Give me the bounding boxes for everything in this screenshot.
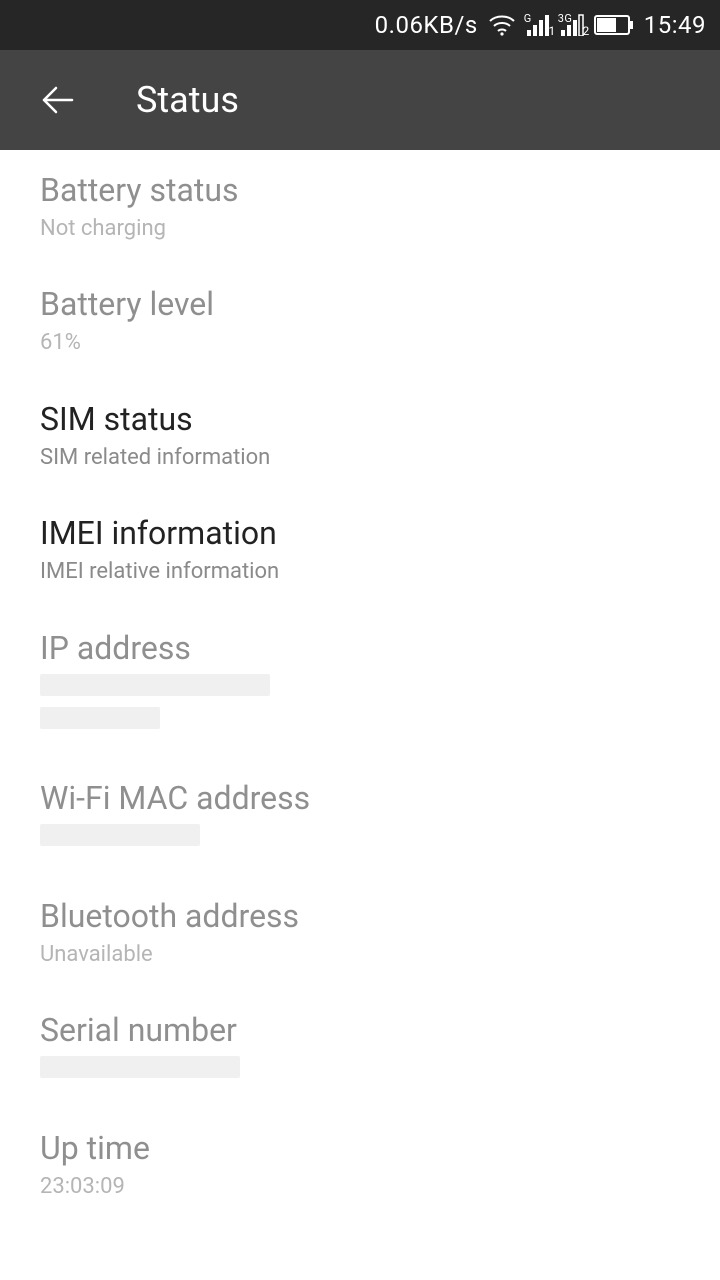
item-up-time: Up time 23:03:09: [0, 1108, 720, 1222]
item-title: SIM status: [40, 399, 680, 439]
item-subtitle: IMEI relative information: [40, 559, 680, 585]
item-value: 23:03:09: [40, 1174, 680, 1200]
item-value: 61%: [40, 330, 680, 356]
item-title: Bluetooth address: [40, 896, 680, 936]
system-status-bar: 0.06KB/s G 1 3G 2 15:49: [0, 0, 720, 50]
item-wifi-mac-address: Wi-Fi MAC address: [0, 758, 720, 875]
signal-sim2-icon: 3G 2: [560, 14, 584, 36]
item-title: Serial number: [40, 1010, 680, 1050]
item-value: Not charging: [40, 216, 680, 242]
item-title: IP address: [40, 628, 680, 668]
app-bar: Status: [0, 50, 720, 150]
item-title: IMEI information: [40, 513, 680, 553]
battery-icon: [594, 15, 634, 35]
status-list: Battery status Not charging Battery leve…: [0, 150, 720, 1222]
item-title: Battery level: [40, 284, 680, 324]
page-title: Status: [136, 79, 239, 121]
wifi-icon: [488, 14, 516, 36]
back-button[interactable]: [40, 82, 76, 118]
item-sim-status[interactable]: SIM status SIM related information: [0, 379, 720, 493]
clock: 15:49: [644, 11, 706, 39]
item-serial-number: Serial number: [0, 990, 720, 1107]
item-battery-level: Battery level 61%: [0, 264, 720, 378]
item-title: Battery status: [40, 170, 680, 210]
item-title: Up time: [40, 1128, 680, 1168]
item-value-redacted: [40, 1056, 680, 1085]
item-value-redacted: [40, 824, 680, 853]
item-ip-address: IP address: [0, 608, 720, 759]
item-subtitle: SIM related information: [40, 445, 680, 471]
item-value: Unavailable: [40, 942, 680, 968]
network-speed: 0.06KB/s: [375, 11, 478, 39]
item-bluetooth-address: Bluetooth address Unavailable: [0, 876, 720, 990]
item-title: Wi-Fi MAC address: [40, 778, 680, 818]
item-imei-information[interactable]: IMEI information IMEI relative informati…: [0, 493, 720, 607]
item-battery-status: Battery status Not charging: [0, 150, 720, 264]
item-value-redacted: [40, 674, 680, 737]
signal-sim1-icon: G 1: [526, 14, 550, 36]
